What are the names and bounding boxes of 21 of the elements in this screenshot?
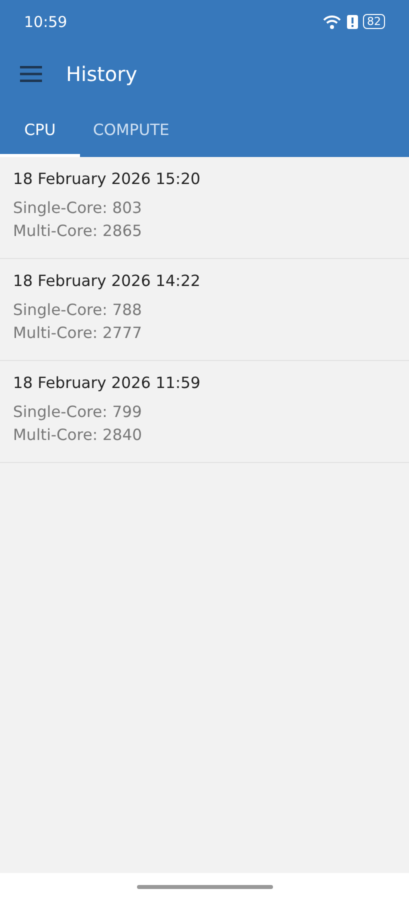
battery-indicator: 82 — [363, 14, 385, 29]
history-item[interactable]: 18 February 2026 14:22 Single-Core: 788 Multi-Core: 2777 — [0, 259, 409, 361]
multi-core-score: Multi-Core: 2840 — [13, 425, 143, 446]
status-time: 10:59 — [24, 12, 68, 30]
single-core-score: Single-Core: 803 — [13, 198, 143, 219]
single-core-score: Single-Core: 788 — [13, 300, 143, 321]
gesture-bar[interactable] — [136, 884, 272, 888]
multi-core-score: Multi-Core: 2865 — [13, 221, 143, 242]
multi-core-score: Multi-Core: 2777 — [13, 323, 143, 344]
screen-title: History — [66, 62, 138, 86]
tab[interactable]: CPU — [0, 105, 80, 157]
result-date: 18 February 2026 11:59 — [13, 374, 202, 392]
wifi-icon — [322, 14, 342, 28]
menu-icon — [20, 66, 42, 82]
alert-icon — [347, 14, 358, 28]
history-item[interactable]: 18 February 2026 11:59 Single-Core: 799 Multi-Core: 2840 — [0, 361, 409, 463]
result-date: 18 February 2026 15:20 — [13, 170, 202, 188]
result-date: 18 February 2026 14:22 — [13, 272, 202, 290]
menu-button[interactable] — [20, 66, 42, 82]
single-core-score: Single-Core: 799 — [13, 402, 143, 423]
history-item[interactable]: 18 February 2026 15:20 Single-Core: 803 Multi-Core: 2865 — [0, 157, 409, 259]
